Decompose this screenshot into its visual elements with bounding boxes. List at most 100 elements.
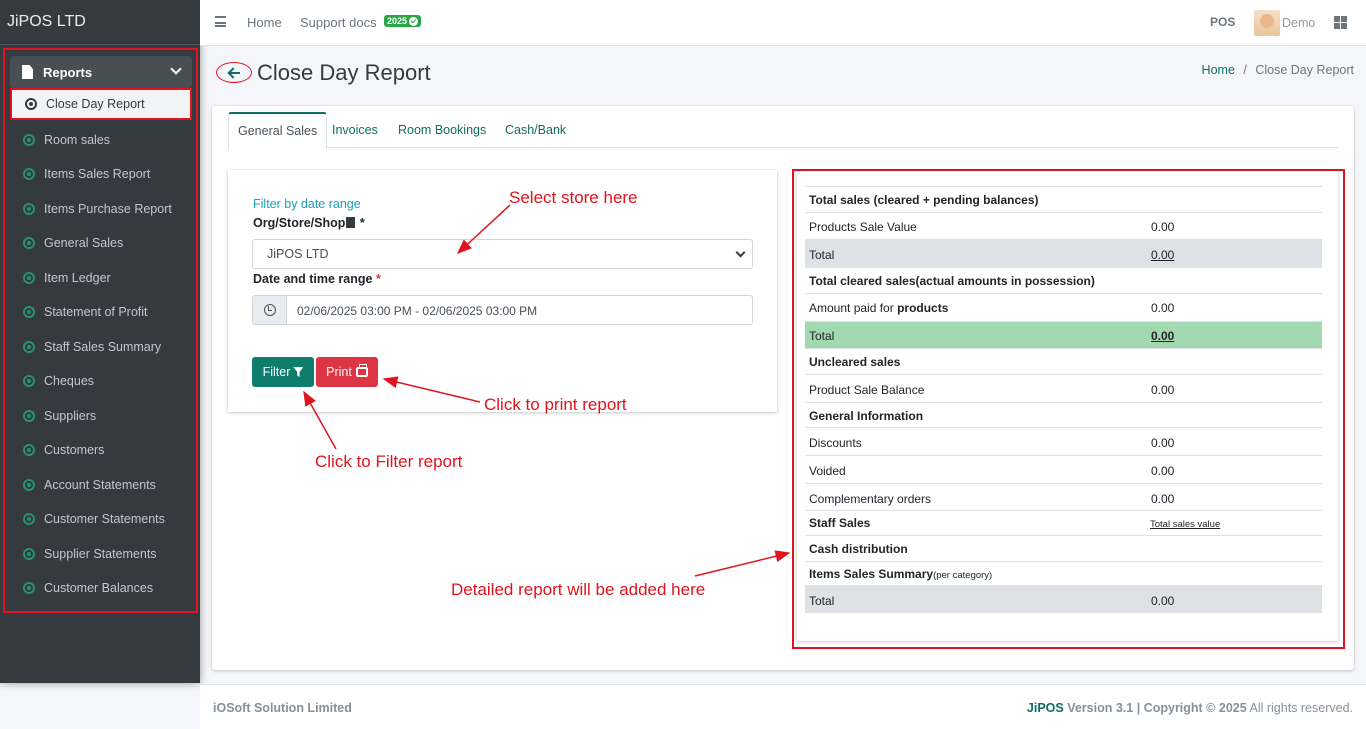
footer-copyright-year: Copyright © 2025 xyxy=(1143,701,1247,715)
report-row-items-total: Total 0.00 xyxy=(805,585,1322,613)
footer-brand[interactable]: JiPOS xyxy=(1027,701,1064,715)
sidebar-item-label: Statement of Profit xyxy=(44,305,148,319)
sidebar-item-label: Items Sales Report xyxy=(44,167,151,181)
sidebar-item-suppliers[interactable]: Suppliers xyxy=(10,400,192,432)
date-label-text: Date and time range xyxy=(253,272,373,286)
total-sales-value-link[interactable]: Total sales value xyxy=(1150,519,1220,530)
report-summary-panel: Total sales (cleared + pending balances)… xyxy=(797,171,1338,641)
circle-dot-icon xyxy=(23,513,35,525)
user-name[interactable]: Demo xyxy=(1282,16,1315,30)
sidebar-item-label: Suppliers xyxy=(44,409,97,423)
report-row-cleared-total: Total 0.00 xyxy=(805,321,1322,348)
sidebar-item-cheques[interactable]: Cheques xyxy=(10,365,192,397)
sidebar-item-general-sales[interactable]: General Sales xyxy=(10,227,192,259)
sidebar-section-label: Reports xyxy=(43,64,93,80)
circle-dot-icon xyxy=(23,134,35,146)
sidebar-item-label: Account Statements xyxy=(44,478,156,492)
sidebar-item-staff-sales-summary[interactable]: Staff Sales Summary xyxy=(10,331,192,363)
general-info-heading: General Information xyxy=(805,402,1322,427)
nav-link-home[interactable]: Home xyxy=(247,15,282,30)
apps-grid-icon[interactable] xyxy=(1334,16,1347,29)
tab-cash-bank[interactable]: Cash/Bank xyxy=(496,112,575,148)
filter-button[interactable]: Filter xyxy=(252,357,314,387)
sidebar-item-customer-balances[interactable]: Customer Balances xyxy=(10,572,192,604)
circle-dot-icon xyxy=(23,582,35,594)
sidebar-item-label: Customers xyxy=(44,443,105,457)
circle-dot-icon xyxy=(23,203,35,215)
footer-rights: All rights reserved. xyxy=(1249,701,1353,715)
print-button[interactable]: Print xyxy=(316,357,378,387)
store-select-value: JiPOS LTD xyxy=(267,247,329,261)
row-label: Product Sale Balance xyxy=(809,383,925,397)
sidebar-item-customers[interactable]: Customers xyxy=(10,434,192,466)
avatar[interactable] xyxy=(1254,10,1280,36)
staff-sales-heading: Staff Sales Total sales value xyxy=(805,510,1322,535)
tab-room-bookings[interactable]: Room Bookings xyxy=(389,112,495,148)
page-title: Close Day Report xyxy=(257,60,431,85)
annotation-select-store: Select store here xyxy=(509,188,638,207)
clock-icon xyxy=(263,304,276,316)
footer: iOSoft Solution Limited JiPOS Version 3.… xyxy=(200,684,1366,729)
row-label: Amount paid for products xyxy=(809,301,948,315)
annotation-filter: Click to Filter report xyxy=(315,452,463,471)
row-value: 0.00 xyxy=(1151,594,1175,608)
nav-link-support-docs[interactable]: Support docs xyxy=(300,15,377,30)
menu-toggle-icon[interactable] xyxy=(215,16,226,27)
sidebar-item-room-sales[interactable]: Room sales xyxy=(10,124,192,156)
general-info-heading-text: General Information xyxy=(809,409,924,423)
items-summary-heading-text: Items Sales Summary(per category) xyxy=(809,567,992,581)
circle-dot-icon xyxy=(23,479,35,491)
breadcrumb-home[interactable]: Home xyxy=(1202,63,1235,77)
arrow-left-icon xyxy=(228,67,240,79)
tab-general-sales[interactable]: General Sales xyxy=(228,112,328,149)
footer-separator: | xyxy=(1136,701,1141,715)
store-label: Org/Store/Shop * xyxy=(253,216,365,230)
sidebar-item-item-ledger[interactable]: Item Ledger xyxy=(10,262,192,294)
circle-dot-icon xyxy=(23,168,35,180)
sidebar-item-account-statements[interactable]: Account Statements xyxy=(10,469,192,501)
year-badge: 2025 xyxy=(384,15,422,27)
cash-distribution-heading: Cash distribution xyxy=(805,535,1322,561)
report-row-product-sale-balance: Product Sale Balance 0.00 xyxy=(805,374,1322,402)
amount-paid-bold: products xyxy=(897,301,949,315)
uncleared-sales-heading-text: Uncleared sales xyxy=(809,355,901,369)
breadcrumb-separator: / xyxy=(1243,63,1247,77)
report-row-voided: Voided 0.00 xyxy=(805,455,1322,483)
row-value: 0.00 xyxy=(1151,436,1175,450)
sidebar-item-label: Close Day Report xyxy=(46,97,145,111)
store-select[interactable]: JiPOS LTD xyxy=(252,239,753,269)
row-label: Total xyxy=(809,248,835,262)
circle-dot-icon xyxy=(23,272,35,284)
row-label: Voided xyxy=(809,464,846,478)
report-row-complementary: Complementary orders 0.00 xyxy=(805,483,1322,510)
sidebar-section-reports[interactable]: Reports xyxy=(10,56,192,88)
row-label: Products Sale Value xyxy=(809,220,917,234)
sidebar-item-customer-statements[interactable]: Customer Statements xyxy=(10,503,192,535)
filter-panel: Filter by date range Org/Store/Shop * Ji… xyxy=(228,170,777,412)
cleared-sales-heading-text: Total cleared sales(actual amounts in po… xyxy=(809,274,1095,288)
date-range-input[interactable]: 02/06/2025 03:00 PM - 02/06/2025 03:00 P… xyxy=(252,295,753,325)
tab-invoices[interactable]: Invoices xyxy=(323,112,387,148)
annotation-print: Click to print report xyxy=(484,395,627,414)
nav-link-pos[interactable]: POS xyxy=(1210,15,1235,29)
circle-dot-icon xyxy=(25,98,37,110)
sidebar-item-statement-of-profit[interactable]: Statement of Profit xyxy=(10,296,192,328)
sidebar-item-label: Customer Statements xyxy=(44,512,165,526)
report-row-amount-paid: Amount paid for products 0.00 xyxy=(805,293,1322,321)
check-circle-icon xyxy=(409,16,419,26)
sidebar-item-supplier-statements[interactable]: Supplier Statements xyxy=(10,538,192,570)
date-range-value: 02/06/2025 03:00 PM - 02/06/2025 03:00 P… xyxy=(297,304,538,318)
breadcrumb: Home / Close Day Report xyxy=(1202,63,1354,77)
report-row-total-sales: Total 0.00 xyxy=(805,239,1322,267)
footer-version: Version 3.1 xyxy=(1067,701,1134,715)
items-summary-heading: Items Sales Summary(per category) xyxy=(805,561,1322,585)
sidebar-item-items-sales-report[interactable]: Items Sales Report xyxy=(10,158,192,190)
filter-title: Filter by date range xyxy=(253,197,361,211)
back-button[interactable] xyxy=(216,62,252,83)
row-label: Complementary orders xyxy=(809,492,932,506)
brand-logo[interactable]: JiPOS LTD xyxy=(0,0,200,45)
store-required-mark: * xyxy=(359,216,365,230)
row-value: 0.00 xyxy=(1151,383,1175,397)
sidebar-item-close-day-report[interactable]: Close Day Report xyxy=(10,88,192,120)
sidebar-item-items-purchase-report[interactable]: Items Purchase Report xyxy=(10,193,192,225)
